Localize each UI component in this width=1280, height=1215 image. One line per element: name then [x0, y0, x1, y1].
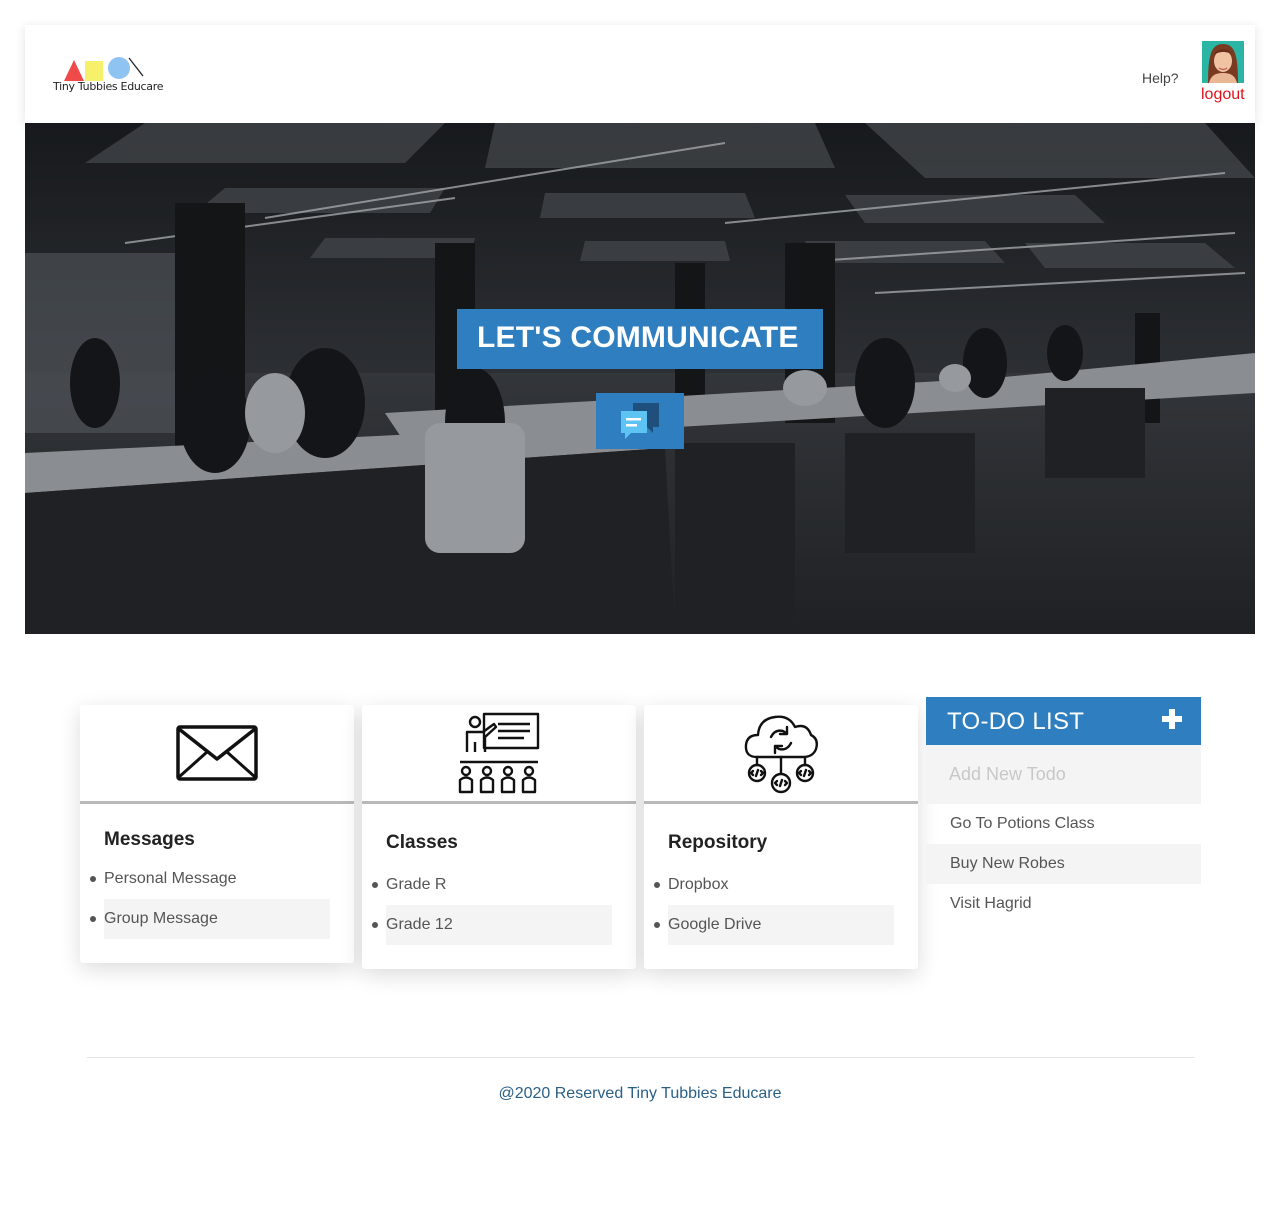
help-link[interactable]: Help?	[1142, 70, 1179, 86]
office-background-image	[25, 123, 1255, 634]
list-item-group-message[interactable]: Group Message	[90, 899, 330, 939]
classes-card-title: Classes	[386, 832, 458, 853]
hero-title: LET'S COMMUNICATE	[457, 309, 823, 369]
footer-copyright: @2020 Reserved Tiny Tubbies Educare	[498, 1085, 782, 1102]
hero-banner: LET'S COMMUNICATE	[25, 123, 1255, 634]
avatar-portrait-icon	[1202, 41, 1244, 83]
classes-card: Classes Grade R Grade 12	[362, 705, 636, 969]
footer-divider	[87, 1057, 1194, 1058]
plus-icon	[1162, 708, 1182, 729]
list-item-google-drive[interactable]: Google Drive	[654, 905, 894, 945]
list-item-grade-r[interactable]: Grade R	[372, 865, 612, 905]
logo[interactable]: Tiny Tubbies Educare	[52, 55, 164, 95]
envelope-icon	[176, 725, 258, 781]
add-todo-input[interactable]	[926, 745, 1201, 804]
user-avatar[interactable]	[1202, 41, 1244, 83]
start-chat-button[interactable]	[596, 393, 684, 449]
logo-shapes-icon	[64, 57, 144, 81]
teacher-class-icon	[458, 712, 540, 794]
add-todo-button[interactable]	[1159, 707, 1185, 733]
repository-card-title: Repository	[668, 832, 768, 853]
repository-card: Repository Dropbox Google Drive	[644, 705, 918, 969]
todo-item[interactable]: Visit Hagrid	[926, 884, 1201, 924]
logo-text: Tiny Tubbies Educare	[53, 80, 164, 93]
todo-panel: TO-DO LIST Go To Potions Class Buy New R…	[926, 697, 1201, 924]
todo-title: TO-DO LIST	[947, 708, 1085, 735]
todo-header: TO-DO LIST	[926, 697, 1201, 745]
classes-list: Grade R Grade 12	[372, 865, 612, 945]
logout-link[interactable]: logout	[1201, 86, 1245, 104]
repository-list: Dropbox Google Drive	[654, 865, 894, 945]
top-navbar: Tiny Tubbies Educare Help? logout	[25, 25, 1255, 123]
chat-bubbles-icon	[621, 403, 659, 439]
messages-list: Personal Message Group Message	[90, 859, 330, 939]
todo-list: Go To Potions Class Buy New Robes Visit …	[926, 804, 1201, 924]
messages-card: Messages Personal Message Group Message	[80, 705, 354, 963]
list-item-personal-message[interactable]: Personal Message	[90, 859, 330, 899]
cloud-code-icon	[744, 715, 819, 794]
list-item-grade-12[interactable]: Grade 12	[372, 905, 612, 945]
todo-item[interactable]: Go To Potions Class	[926, 804, 1201, 844]
messages-card-title: Messages	[104, 829, 195, 850]
list-item-dropbox[interactable]: Dropbox	[654, 865, 894, 905]
todo-item[interactable]: Buy New Robes	[926, 844, 1201, 884]
